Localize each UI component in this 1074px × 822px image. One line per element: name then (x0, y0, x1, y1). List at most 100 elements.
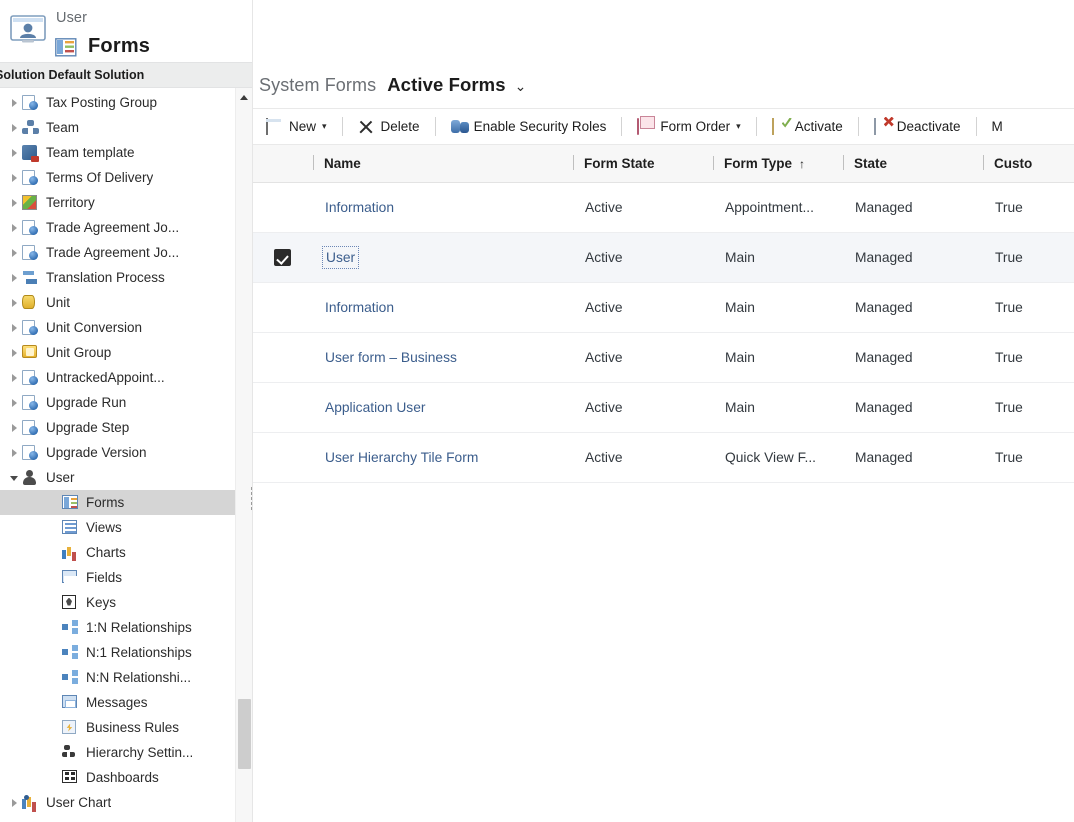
table-row[interactable]: InformationActiveAppointment...ManagedTr… (253, 183, 1074, 233)
activate-label: Activate (795, 119, 843, 134)
delete-button[interactable]: Delete (351, 110, 427, 144)
collapse-arrow-icon[interactable] (8, 396, 22, 410)
tree-item-n-n-relationshi[interactable]: N:N Relationshi... (0, 665, 252, 690)
collapse-arrow-icon[interactable] (8, 421, 22, 435)
process-icon (22, 270, 40, 286)
tree-item-team[interactable]: Team (0, 115, 252, 140)
chevron-down-icon[interactable]: ⌄ (515, 78, 527, 95)
form-name-link[interactable]: User form – Business (325, 350, 457, 365)
tree-item-1-n-relationships[interactable]: 1:N Relationships (0, 615, 252, 640)
form-name-link[interactable]: User Hierarchy Tile Form (325, 450, 478, 465)
checkbox-checked-icon[interactable] (274, 249, 291, 266)
form-name-link[interactable]: Information (325, 200, 394, 215)
tree-item-unit-group[interactable]: Unit Group (0, 340, 252, 365)
cell-form-state: Active (573, 250, 713, 265)
tree-item-keys[interactable]: Keys (0, 590, 252, 615)
entity-tree[interactable]: Tax Posting GroupTeamTeam templateTerms … (0, 88, 252, 822)
form-name-link[interactable]: User (325, 249, 356, 266)
tree-item-hierarchy-settin[interactable]: Hierarchy Settin... (0, 740, 252, 765)
collapse-arrow-icon[interactable] (8, 371, 22, 385)
enable-security-roles-button[interactable]: Enable Security Roles (444, 110, 614, 144)
tree-item-user-chart[interactable]: User Chart (0, 790, 252, 815)
collapse-arrow-icon[interactable] (8, 146, 22, 160)
tree-item-dashboards[interactable]: Dashboards (0, 765, 252, 790)
tree-item-user[interactable]: User (0, 465, 252, 490)
tree-item-upgrade-run[interactable]: Upgrade Run (0, 390, 252, 415)
fields-icon (62, 570, 80, 586)
tree-item-unit-conversion[interactable]: Unit Conversion (0, 315, 252, 340)
user-chart-icon (22, 795, 40, 811)
form-order-button[interactable]: Form Order ▾ (630, 110, 747, 144)
collapse-arrow-icon[interactable] (8, 446, 22, 460)
tree-item-fields[interactable]: Fields (0, 565, 252, 590)
unit-group-icon (22, 345, 40, 361)
tree-item-charts[interactable]: Charts (0, 540, 252, 565)
tree-scrollbar-thumb[interactable] (238, 699, 251, 769)
expand-arrow-icon[interactable] (8, 471, 22, 485)
tree-item-upgrade-step[interactable]: Upgrade Step (0, 415, 252, 440)
tree-item-terms-of-delivery[interactable]: Terms Of Delivery (0, 165, 252, 190)
tree-item-territory[interactable]: Territory (0, 190, 252, 215)
view-selector-header: System Forms Active Forms ⌄ (253, 62, 1074, 108)
tree-item-team-template[interactable]: Team template (0, 140, 252, 165)
form-name-link[interactable]: Information (325, 300, 394, 315)
table-row[interactable]: UserActiveMainManagedTrue (253, 233, 1074, 283)
new-icon (266, 119, 284, 135)
form-name-link[interactable]: Application User (325, 400, 425, 415)
collapse-arrow-icon[interactable] (8, 196, 22, 210)
tree-item-upgrade-version[interactable]: Upgrade Version (0, 440, 252, 465)
active-view-label[interactable]: Active Forms (387, 74, 505, 96)
collapse-arrow-icon[interactable] (8, 346, 22, 360)
tree-item-business-rules[interactable]: Business Rules (0, 715, 252, 740)
tree-item-label: User (46, 470, 75, 485)
collapse-arrow-icon[interactable] (8, 296, 22, 310)
left-navigation-pane: User Forms Solution Default Solution Tax… (0, 0, 252, 822)
cell-name: Information (311, 200, 573, 215)
twisty-spacer (48, 571, 62, 585)
delete-icon (358, 119, 376, 135)
tree-vertical-scrollbar[interactable] (235, 88, 252, 822)
collapse-arrow-icon[interactable] (8, 221, 22, 235)
tree-item-forms[interactable]: Forms (0, 490, 252, 515)
deactivate-button[interactable]: Deactivate (867, 110, 968, 144)
collapse-arrow-icon[interactable] (8, 796, 22, 810)
collapse-arrow-icon[interactable] (8, 321, 22, 335)
scroll-up-arrow-icon[interactable] (236, 88, 252, 105)
cell-name: User form – Business (311, 350, 573, 365)
tree-item-label: UntrackedAppoint... (46, 370, 165, 385)
cell-form-type: Main (713, 350, 843, 365)
tree-item-trade-agreement-jo[interactable]: Trade Agreement Jo... (0, 240, 252, 265)
column-header-state[interactable]: State (843, 156, 983, 172)
column-header-customizable[interactable]: Custo (983, 156, 1074, 172)
tree-item-messages[interactable]: Messages (0, 690, 252, 715)
more-commands-label: M (992, 119, 1003, 134)
table-row[interactable]: User form – BusinessActiveMainManagedTru… (253, 333, 1074, 383)
tree-item-trade-agreement-jo[interactable]: Trade Agreement Jo... (0, 215, 252, 240)
twisty-spacer (48, 496, 62, 510)
table-row[interactable]: Application UserActiveMainManagedTrue (253, 383, 1074, 433)
tree-item-translation-process[interactable]: Translation Process (0, 265, 252, 290)
tree-item-views[interactable]: Views (0, 515, 252, 540)
column-header-form-state[interactable]: Form State (573, 156, 713, 172)
tree-item-unit[interactable]: Unit (0, 290, 252, 315)
more-commands-button[interactable]: M (985, 110, 1010, 144)
collapse-arrow-icon[interactable] (8, 96, 22, 110)
column-header-form-type[interactable]: Form Type↑ (713, 156, 843, 172)
tree-item-tax-posting-group[interactable]: Tax Posting Group (0, 90, 252, 115)
table-row[interactable]: User Hierarchy Tile FormActiveQuick View… (253, 433, 1074, 483)
column-header-name[interactable]: Name (311, 156, 573, 172)
entity-name-label: User (56, 10, 87, 26)
collapse-arrow-icon[interactable] (8, 271, 22, 285)
activate-button[interactable]: Activate (765, 110, 850, 144)
tree-item-label: Keys (86, 595, 116, 610)
collapse-arrow-icon[interactable] (8, 121, 22, 135)
tree-item-untrackedappoint[interactable]: UntrackedAppoint... (0, 365, 252, 390)
tree-item-label: Dashboards (86, 770, 159, 785)
collapse-arrow-icon[interactable] (8, 246, 22, 260)
tree-item-n-1-relationships[interactable]: N:1 Relationships (0, 640, 252, 665)
table-row[interactable]: InformationActiveMainManagedTrue (253, 283, 1074, 333)
collapse-arrow-icon[interactable] (8, 171, 22, 185)
tree-item-label: Unit Group (46, 345, 111, 360)
row-checkbox[interactable] (253, 249, 311, 266)
new-button[interactable]: New ▾ (259, 110, 334, 144)
